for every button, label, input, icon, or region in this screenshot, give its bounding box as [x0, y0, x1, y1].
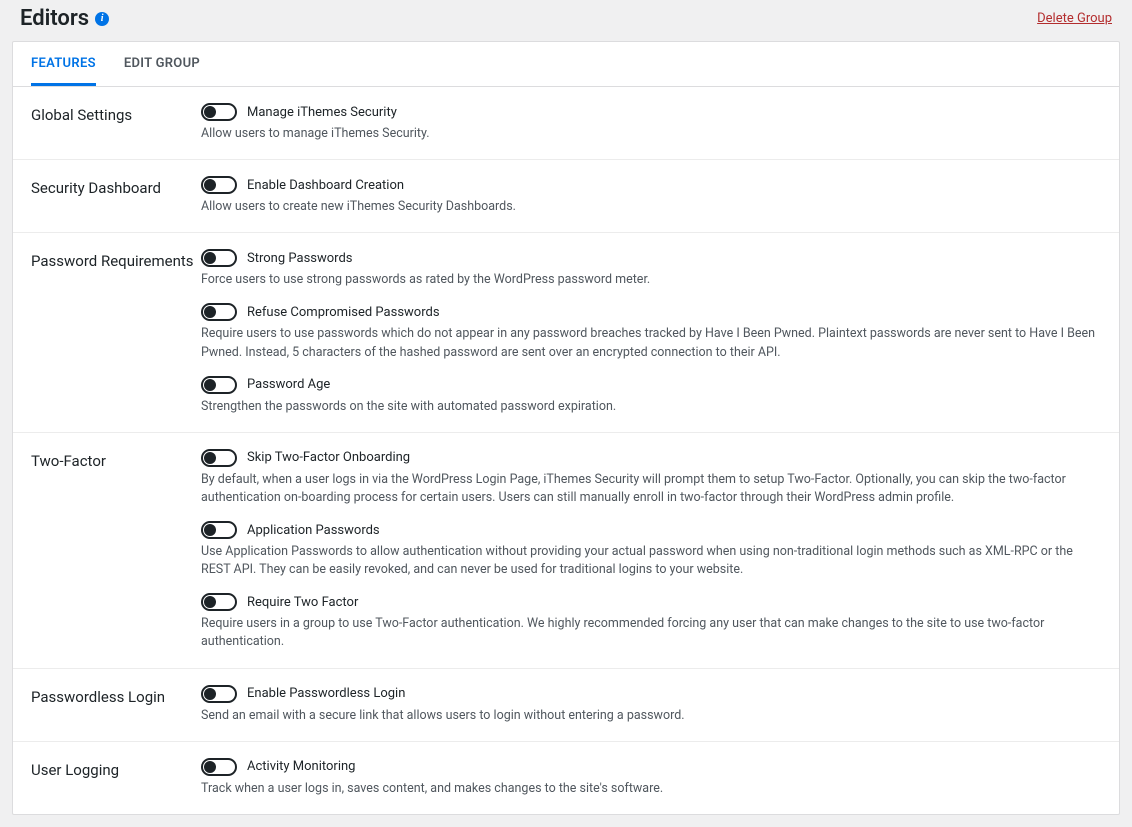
setting-desc: Allow users to manage iThemes Security.: [201, 125, 1101, 143]
toggle-enable-dashboard[interactable]: [201, 176, 237, 194]
setting-manage-security: Manage iThemes Security Allow users to m…: [201, 103, 1101, 143]
section-security-dashboard: Security Dashboard Enable Dashboard Crea…: [13, 159, 1119, 232]
settings-panel: FEATURES EDIT GROUP Global Settings Mana…: [12, 41, 1120, 815]
setting-desc: Allow users to create new iThemes Securi…: [201, 198, 1101, 216]
section-label: Global Settings: [31, 103, 201, 143]
setting-desc: Send an email with a secure link that al…: [201, 707, 1101, 725]
section-passwordless-login: Passwordless Login Enable Passwordless L…: [13, 668, 1119, 741]
toggle-skip-onboarding[interactable]: [201, 449, 237, 467]
setting-password-age: Password Age Strengthen the passwords on…: [201, 376, 1101, 416]
toggle-strong-passwords[interactable]: [201, 249, 237, 267]
setting-desc: Require users in a group to use Two-Fact…: [201, 615, 1101, 651]
setting-strong-passwords: Strong Passwords Force users to use stro…: [201, 249, 1101, 289]
section-label: Password Requirements: [31, 249, 201, 416]
setting-title: Require Two Factor: [247, 595, 358, 610]
section-label: Two-Factor: [31, 449, 201, 652]
section-label: Security Dashboard: [31, 176, 201, 216]
toggle-enable-passwordless[interactable]: [201, 685, 237, 703]
setting-title: Enable Passwordless Login: [247, 686, 405, 701]
setting-title: Enable Dashboard Creation: [247, 178, 404, 193]
setting-title: Skip Two-Factor Onboarding: [247, 450, 410, 465]
setting-refuse-compromised: Refuse Compromised Passwords Require use…: [201, 303, 1101, 361]
setting-title: Refuse Compromised Passwords: [247, 305, 440, 320]
setting-require-two-factor: Require Two Factor Require users in a gr…: [201, 593, 1101, 651]
setting-application-passwords: Application Passwords Use Application Pa…: [201, 521, 1101, 579]
delete-group-link[interactable]: Delete Group: [1037, 11, 1112, 26]
setting-title: Application Passwords: [247, 523, 380, 538]
setting-title: Activity Monitoring: [247, 759, 355, 774]
setting-skip-onboarding: Skip Two-Factor Onboarding By default, w…: [201, 449, 1101, 507]
setting-activity-monitoring: Activity Monitoring Track when a user lo…: [201, 758, 1101, 798]
setting-enable-dashboard: Enable Dashboard Creation Allow users to…: [201, 176, 1101, 216]
setting-enable-passwordless: Enable Passwordless Login Send an email …: [201, 685, 1101, 725]
section-global-settings: Global Settings Manage iThemes Security …: [13, 87, 1119, 159]
toggle-require-two-factor[interactable]: [201, 593, 237, 611]
tab-bar: FEATURES EDIT GROUP: [13, 42, 1119, 87]
setting-desc: Track when a user logs in, saves content…: [201, 780, 1101, 798]
page-title: Editors i: [20, 6, 109, 31]
setting-desc: Require users to use passwords which do …: [201, 325, 1101, 361]
setting-desc: Strengthen the passwords on the site wit…: [201, 398, 1101, 416]
setting-desc: By default, when a user logs in via the …: [201, 471, 1101, 507]
setting-title: Strong Passwords: [247, 251, 353, 266]
setting-title: Manage iThemes Security: [247, 105, 397, 120]
section-label: User Logging: [31, 758, 201, 798]
setting-title: Password Age: [247, 377, 330, 392]
section-label: Passwordless Login: [31, 685, 201, 725]
tab-features[interactable]: FEATURES: [31, 42, 96, 86]
section-password-requirements: Password Requirements Strong Passwords F…: [13, 232, 1119, 432]
section-user-logging: User Logging Activity Monitoring Track w…: [13, 741, 1119, 814]
toggle-manage-security[interactable]: [201, 103, 237, 121]
setting-desc: Force users to use strong passwords as r…: [201, 271, 1101, 289]
setting-desc: Use Application Passwords to allow authe…: [201, 543, 1101, 579]
info-icon[interactable]: i: [95, 12, 109, 26]
tab-edit-group[interactable]: EDIT GROUP: [124, 42, 200, 86]
toggle-password-age[interactable]: [201, 376, 237, 394]
page-title-text: Editors: [20, 6, 89, 31]
toggle-activity-monitoring[interactable]: [201, 758, 237, 776]
section-two-factor: Two-Factor Skip Two-Factor Onboarding By…: [13, 432, 1119, 668]
toggle-application-passwords[interactable]: [201, 521, 237, 539]
toggle-refuse-compromised[interactable]: [201, 303, 237, 321]
